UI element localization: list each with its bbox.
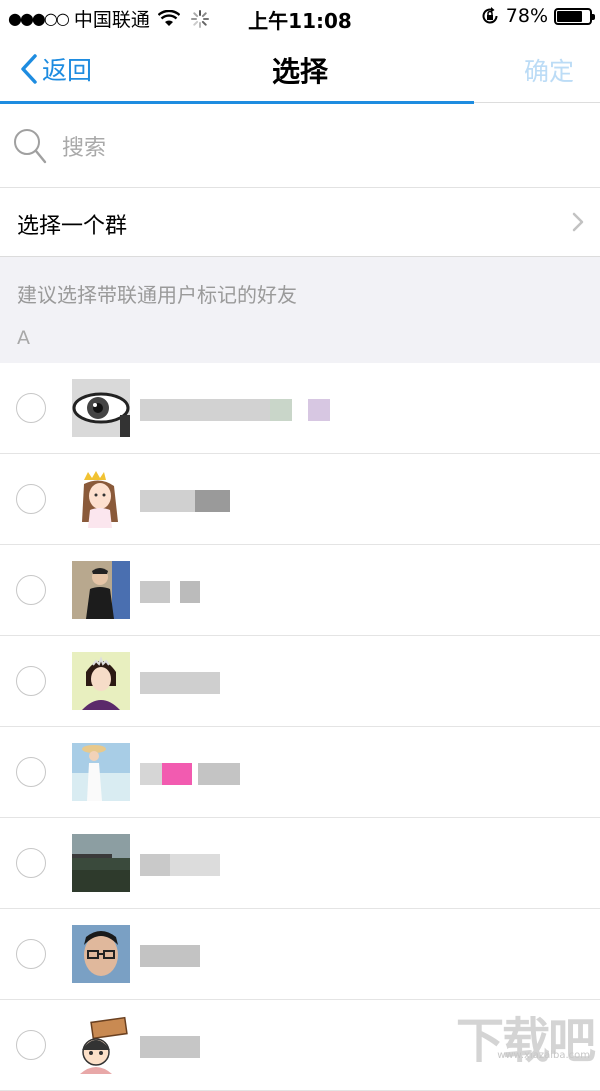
man-glasses-avatar [72,925,130,983]
suggestion-text: 建议选择带联通用户标记的好友 [17,283,297,307]
chevron-right-icon [572,212,584,232]
watermark-url: www.xiazaiba.com [497,1050,590,1061]
contact-row[interactable] [0,818,600,909]
eye-avatar [72,379,130,437]
contact-list [0,363,600,1091]
battery-percent: 78% [505,5,548,27]
contact-row[interactable] [0,909,600,1000]
rotation-lock-icon [482,7,498,24]
search-icon [14,129,47,164]
woman-tiara-avatar [72,652,130,710]
nav-bar: 返回 选择 确定 [0,34,600,104]
status-bar: ●●●○○ 中国联通 上午11:08 78% [0,0,600,34]
confirm-button[interactable]: 确定 [524,52,574,88]
section-index-letter: A [17,327,30,349]
page-title: 选择 [271,55,328,88]
status-right: 78% [480,5,595,27]
select-radio[interactable] [16,848,46,878]
princess-cartoon-avatar [72,470,130,528]
contact-row[interactable] [0,727,600,818]
select-radio[interactable] [16,939,46,969]
select-radio[interactable] [16,393,46,423]
contact-row[interactable] [0,545,600,636]
select-group-label: 选择一个群 [17,214,128,239]
select-radio[interactable] [16,1030,46,1060]
beach-girl-avatar [72,743,130,801]
contact-row[interactable] [0,363,600,454]
contact-row[interactable] [0,636,600,727]
select-radio[interactable] [16,666,46,696]
battery-icon [554,7,595,25]
search-bar[interactable]: 搜索 [0,104,600,188]
select-radio[interactable] [16,484,46,514]
select-radio[interactable] [16,575,46,605]
select-radio[interactable] [16,757,46,787]
battery-level [557,10,582,22]
suggestion-header: 建议选择带联通用户标记的好友 A [0,257,600,363]
watermark-logo: 下载吧 www.xiazaiba.com [454,1001,596,1069]
search-input[interactable]: 搜索 [62,130,106,162]
landscape-avatar [72,834,130,892]
select-group-row[interactable]: 选择一个群 [0,188,600,257]
cartoon-sign-avatar [72,1016,130,1074]
contact-row[interactable] [0,454,600,545]
man-photo-avatar [72,561,130,619]
